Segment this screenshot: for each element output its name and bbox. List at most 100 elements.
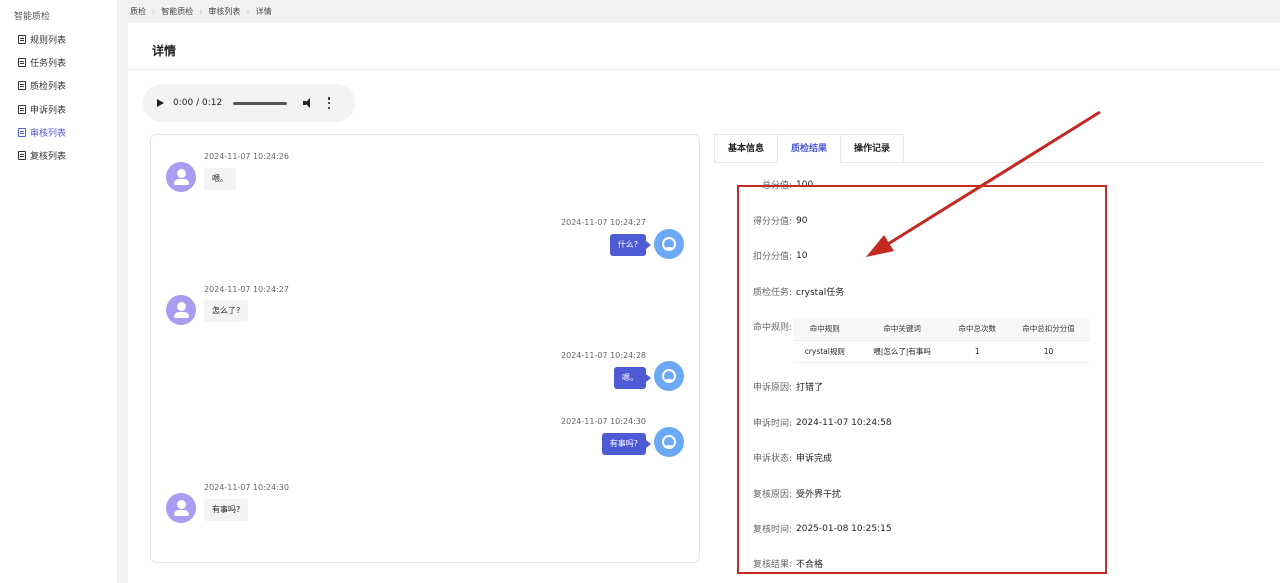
chevron-right-icon: › xyxy=(199,7,203,16)
field-rules: 命中规则: xyxy=(726,320,792,333)
message-bubble: 有事吗? xyxy=(601,433,652,455)
tab-basic-info[interactable]: 基本信息 xyxy=(714,134,778,163)
message-time: 2024-11-07 10:24:28 xyxy=(561,351,646,360)
table-row: crystal规则 喂|怎么了|有事吗 1 10 xyxy=(793,340,1090,363)
sidebar-item-label: 任务列表 xyxy=(30,58,67,69)
field-appeal-time: 申诉时间: 2024-11-07 10:24:58 xyxy=(726,416,892,430)
document-icon xyxy=(18,127,26,137)
field-label: 扣分分值: xyxy=(752,252,792,262)
agent-avatar xyxy=(654,229,684,259)
sidebar-item-label: 质检列表 xyxy=(30,81,67,92)
field-score: 得分分值: 90 xyxy=(726,214,808,228)
breadcrumb-item[interactable]: 智能质检 xyxy=(161,6,193,17)
breadcrumb-current: 详情 xyxy=(255,7,272,16)
table-header-row: 命中规则 命中关键词 命中总次数 命中总扣分分值 xyxy=(793,318,1090,341)
field-label: 复核原因: xyxy=(752,490,792,500)
field-value: 10 xyxy=(796,250,808,261)
field-value: 申诉完成 xyxy=(796,454,833,464)
table-header: 命中规则 xyxy=(793,318,857,341)
user-avatar xyxy=(166,493,196,523)
table-header: 命中关键词 xyxy=(856,318,948,341)
field-label: 质检任务: xyxy=(752,288,792,298)
sidebar-item-label: 规则列表 xyxy=(30,35,67,46)
table-header: 命中总扣分分值 xyxy=(1006,318,1090,341)
document-icon xyxy=(18,150,26,160)
audio-player: 0:00 / 0:12 xyxy=(143,84,355,122)
breadcrumb-item[interactable]: 审核列表 xyxy=(208,6,240,17)
user-avatar xyxy=(166,295,196,325)
field-value: 2024-11-07 10:24:58 xyxy=(796,417,892,428)
field-task: 质检任务: crystal任务 xyxy=(726,285,844,298)
document-icon xyxy=(18,80,26,90)
field-value: 受外界干扰 xyxy=(796,490,842,500)
hit-rules-table: 命中规则 命中关键词 命中总次数 命中总扣分分值 crystal规则 喂|怎么了… xyxy=(793,318,1090,363)
field-label: 复核结果: xyxy=(752,560,792,570)
message-bubble: 怎么了? xyxy=(204,300,249,322)
agent-avatar xyxy=(654,361,684,391)
sidebar-item-appeals[interactable]: 申诉列表 xyxy=(18,101,66,117)
field-label: 申诉原因: xyxy=(752,383,792,393)
field-label: 申诉时间: xyxy=(752,419,792,429)
document-icon xyxy=(18,34,26,44)
tab-operation-log[interactable]: 操作记录 xyxy=(840,134,905,163)
sidebar: 智能质检 规则列表 任务列表 质检列表 申诉列表 审核列表 复核列表 xyxy=(0,0,118,583)
chevron-right-icon: › xyxy=(152,7,156,16)
field-label: 命中规则: xyxy=(752,323,792,333)
sidebar-item-audits[interactable]: 审核列表 xyxy=(18,124,66,140)
volume-icon[interactable] xyxy=(303,98,315,108)
document-icon xyxy=(18,57,26,67)
sidebar-item-rules[interactable]: 规则列表 xyxy=(18,31,66,47)
field-total: 总分值: 100 xyxy=(726,178,814,192)
field-appeal-status: 申诉状态: 申诉完成 xyxy=(726,451,832,464)
table-cell: 1 xyxy=(947,340,1007,363)
table-cell: 喂|怎么了|有事吗 xyxy=(856,340,948,363)
chevron-right-icon: › xyxy=(246,7,250,16)
sidebar-item-label: 申诉列表 xyxy=(30,105,67,116)
detail-tabs: 基本信息 质检结果 操作记录 xyxy=(714,134,1264,163)
page-title: 详情 xyxy=(152,44,177,58)
sidebar-title[interactable]: 智能质检 xyxy=(14,9,50,22)
field-review-time: 复核时间: 2025-01-08 10:25:15 xyxy=(726,522,892,536)
field-value: 90 xyxy=(796,215,808,226)
chat-transcript: 2024-11-07 10:24:26 喂。 2024-11-07 10:24:… xyxy=(150,134,700,563)
message-time: 2024-11-07 10:24:30 xyxy=(204,483,289,492)
play-icon[interactable] xyxy=(157,99,164,107)
content-panel: 详情 0:00 / 0:12 2024-11-07 10:24:26 喂。 20… xyxy=(128,23,1280,583)
sidebar-item-reviews[interactable]: 复核列表 xyxy=(18,147,66,163)
message-time: 2024-11-07 10:24:30 xyxy=(561,417,646,426)
sidebar-item-label: 复核列表 xyxy=(30,151,67,162)
field-review-reason: 复核原因: 受外界干扰 xyxy=(726,487,841,500)
message-time: 2024-11-07 10:24:27 xyxy=(204,285,289,294)
sidebar-item-tasks[interactable]: 任务列表 xyxy=(18,54,66,70)
table-header: 命中总次数 xyxy=(947,318,1007,341)
message-bubble: 什么? xyxy=(609,234,652,256)
breadcrumb-item[interactable]: 质检 xyxy=(130,6,146,17)
message-bubble: 嗯。 xyxy=(614,367,651,389)
divider xyxy=(128,69,1280,70)
sidebar-item-inspections[interactable]: 质检列表 xyxy=(18,77,66,93)
field-appeal-reason: 申诉原因: 打错了 xyxy=(726,380,823,393)
field-value: 2025-01-08 10:25:15 xyxy=(796,523,892,534)
field-value: 不合格 xyxy=(796,560,824,570)
audio-time: 0:00 / 0:12 xyxy=(173,98,223,108)
document-icon xyxy=(18,104,26,114)
field-label: 复核时间: xyxy=(752,525,792,535)
sidebar-item-label: 审核列表 xyxy=(30,128,67,139)
more-options-icon[interactable] xyxy=(327,97,331,109)
field-value: 100 xyxy=(796,179,814,190)
field-value: crystal任务 xyxy=(796,288,845,298)
field-value: 打错了 xyxy=(796,383,824,393)
field-label: 申诉状态: xyxy=(752,454,792,464)
field-review-result: 复核结果: 不合格 xyxy=(726,557,823,570)
breadcrumb: 质检 › 智能质检 › 审核列表 › 详情 xyxy=(130,6,272,17)
field-label: 得分分值: xyxy=(752,217,792,227)
table-cell: crystal规则 xyxy=(793,340,857,363)
agent-avatar xyxy=(654,427,684,457)
table-cell: 10 xyxy=(1006,340,1090,363)
message-bubble: 有事吗? xyxy=(204,499,249,521)
audio-progress-bar[interactable] xyxy=(233,101,288,105)
message-bubble: 喂。 xyxy=(204,168,236,190)
tab-inspection-result[interactable]: 质检结果 xyxy=(777,134,841,163)
user-avatar xyxy=(166,162,196,192)
message-time: 2024-11-07 10:24:26 xyxy=(204,152,289,161)
